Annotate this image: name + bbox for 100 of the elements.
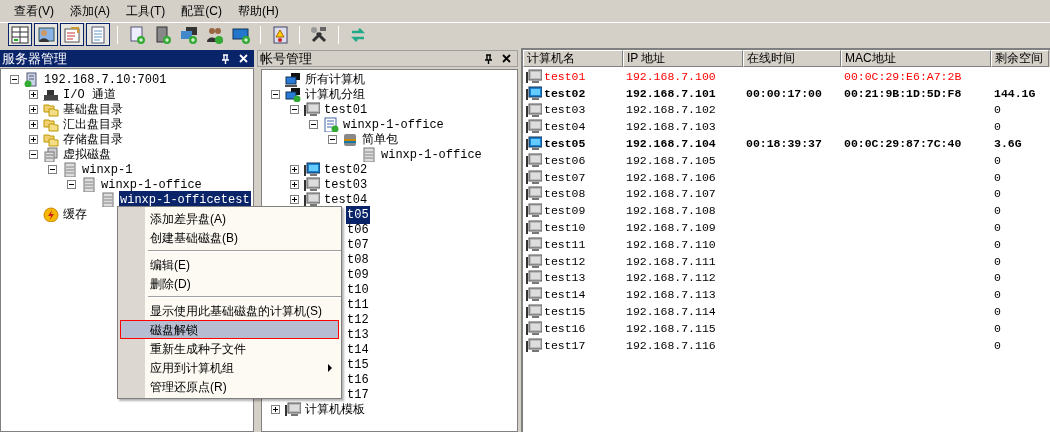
tree-item[interactable]: 缓存 (62, 205, 88, 224)
panel-title: 帐号管理 (260, 49, 313, 68)
table-cell-text: 00:00:17:00 (746, 85, 822, 102)
submenu-arrow-icon (328, 363, 332, 372)
warning-book-icon (270, 24, 290, 45)
expand-toggle[interactable] (290, 180, 299, 189)
table-cell-text: test13 (544, 270, 586, 287)
collapse-toggle[interactable] (10, 75, 19, 84)
menu-item[interactable]: 添加差异盘(A) (120, 209, 339, 228)
grid-icon (10, 24, 30, 45)
page-add-icon (127, 24, 147, 45)
expand-toggle[interactable] (290, 165, 299, 174)
monitors-add-icon (179, 24, 199, 45)
table-cell-text: 0 (994, 287, 1001, 304)
table-cell-text: 192.168.7.116 (626, 337, 716, 354)
table-cell-text: test08 (544, 186, 586, 203)
table-cell-text: 144.1G (994, 85, 1036, 102)
toolbar-button[interactable] (8, 23, 32, 46)
table-cell-text: 192.168.7.112 (626, 270, 716, 287)
collapse-toggle[interactable] (48, 165, 57, 174)
tree-item[interactable]: t05 (346, 205, 370, 224)
table-cell-text: test11 (544, 236, 586, 253)
table-cell-text: test02 (544, 85, 586, 102)
menu-item[interactable]: 重新生成种子文件 (120, 339, 339, 358)
column-header[interactable]: MAC地址 (841, 50, 991, 67)
toolbar-button[interactable] (60, 23, 84, 46)
expand-toggle[interactable] (29, 90, 38, 99)
table-cell-text: test07 (544, 169, 586, 186)
panel-title: 服务器管理 (2, 49, 68, 68)
menu-item[interactable]: 创建基础磁盘(B) (120, 228, 339, 247)
menu-item[interactable]: 管理还原点(R) (120, 377, 339, 396)
table-cell-text: test05 (544, 135, 586, 152)
collapse-toggle[interactable] (309, 120, 318, 129)
collapse-toggle[interactable] (29, 150, 38, 159)
table-cell-text: 0 (994, 219, 1001, 236)
table-cell-text: test12 (544, 253, 586, 270)
computer-icon (304, 102, 320, 117)
computer-icon (304, 162, 320, 177)
collapse-toggle[interactable] (290, 105, 299, 114)
server-icon (24, 72, 40, 87)
folders-icon (43, 117, 59, 132)
menu-item[interactable]: 查看(V) (8, 2, 60, 20)
table-cell-text: 0 (994, 186, 1001, 203)
document-icon (62, 24, 82, 45)
table-cell-text: 192.168.7.107 (626, 186, 716, 203)
server-add-icon (153, 24, 173, 45)
pin-icon[interactable] (484, 53, 493, 64)
table-cell-text: 192.168.7.113 (626, 287, 716, 304)
menu-item[interactable]: 配置(C) (175, 2, 228, 20)
menu-item[interactable]: 删除(D) (120, 274, 339, 293)
list-icon (88, 24, 108, 45)
computer-icon (285, 402, 301, 417)
table-cell-text: 192.168.7.109 (626, 219, 716, 236)
table-cell-text: 0 (994, 203, 1001, 220)
toolbar-button[interactable] (86, 23, 110, 46)
table-cell-text: 0 (994, 119, 1001, 136)
column-header[interactable]: IP 地址 (623, 50, 743, 67)
table-cell-text: 00:0C:29:E6:A7:2B (844, 68, 962, 85)
menu-item[interactable]: 添加(A) (64, 2, 116, 20)
table-cell-text: test14 (544, 287, 586, 304)
table-cell-text: test17 (544, 337, 586, 354)
package-icon (342, 132, 358, 147)
table-cell-text: 192.168.7.105 (626, 152, 716, 169)
column-header[interactable]: 剩余空间 (991, 50, 1049, 67)
collapse-toggle[interactable] (328, 135, 337, 144)
disk-stack-icon (43, 147, 59, 162)
table-cell-text: 192.168.7.110 (626, 236, 716, 253)
table-cell-text: 0 (994, 102, 1001, 119)
collapse-toggle[interactable] (271, 90, 280, 99)
menu-item[interactable]: 工具(T) (120, 2, 172, 20)
menu-item[interactable]: 帮助(H) (232, 2, 285, 20)
printer-icon (43, 87, 59, 102)
menu-item[interactable]: 显示使用此基础磁盘的计算机(S) (120, 301, 339, 320)
menu-item[interactable]: 磁盘解锁 (120, 320, 339, 339)
table-cell-text: test09 (544, 203, 586, 220)
table-cell-text: 0 (994, 152, 1001, 169)
menu-item[interactable]: 编辑(E) (120, 255, 339, 274)
expand-toggle[interactable] (271, 405, 280, 414)
person-icon (36, 24, 56, 45)
expand-toggle[interactable] (29, 105, 38, 114)
expand-toggle[interactable] (29, 135, 38, 144)
table-cell-text: test04 (544, 119, 586, 136)
close-icon[interactable] (502, 54, 511, 63)
document-check-icon (323, 117, 339, 132)
folders-icon (43, 102, 59, 117)
column-header[interactable]: 在线时间 (743, 50, 841, 67)
table-cell-text: 192.168.7.103 (626, 119, 716, 136)
table-cell-text: 192.168.7.101 (626, 85, 716, 102)
table-cell-text: 192.168.7.102 (626, 102, 716, 119)
table-cell-text: test06 (544, 152, 586, 169)
expand-toggle[interactable] (29, 120, 38, 129)
table-cell-text: test15 (544, 303, 586, 320)
table-cell-text: 0 (994, 253, 1001, 270)
expand-toggle[interactable] (290, 195, 299, 204)
collapse-toggle[interactable] (67, 180, 76, 189)
folders-icon (43, 132, 59, 147)
computer-icon (304, 177, 320, 192)
menu-item[interactable]: 应用到计算机组 (120, 358, 339, 377)
column-header[interactable]: 计算机名 (523, 50, 623, 67)
toolbar-button[interactable] (34, 23, 58, 46)
